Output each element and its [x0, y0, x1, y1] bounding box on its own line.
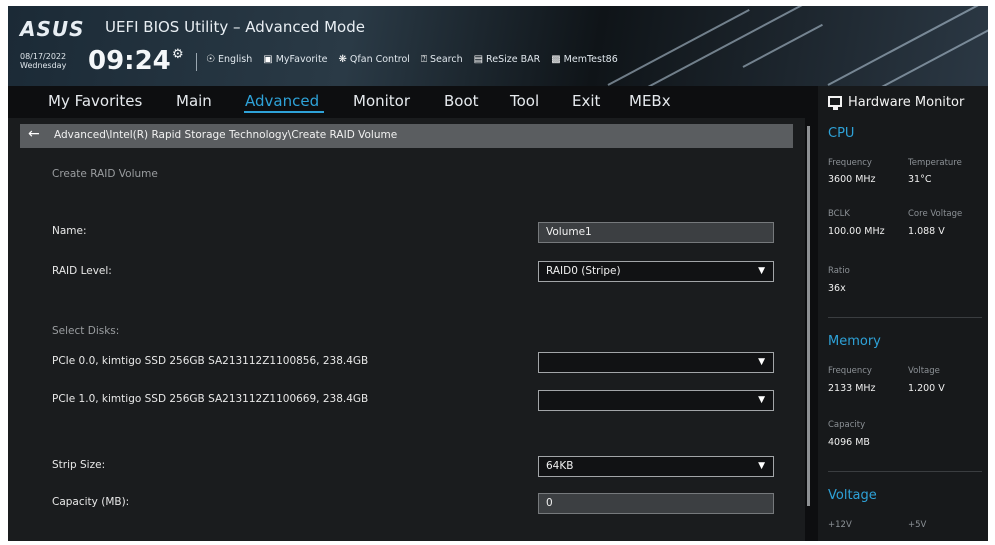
bclk-label: BCLK: [828, 209, 850, 219]
capacity-label: Capacity (MB):: [52, 496, 130, 508]
select-disks-label: Select Disks:: [52, 325, 120, 337]
raid-level-select[interactable]: RAID0 (Stripe) ▼: [538, 261, 774, 282]
raid-level-label: RAID Level:: [52, 265, 112, 277]
tab-boot[interactable]: Boot: [444, 92, 479, 110]
active-tab-underline: [244, 111, 324, 113]
gear-icon[interactable]: ⚙: [172, 47, 184, 62]
tab-exit[interactable]: Exit: [572, 92, 600, 110]
memory-heading: Memory: [828, 334, 881, 349]
favorite-icon: ▣: [263, 54, 273, 65]
capacity-field: 0: [538, 493, 774, 514]
cpu-frequency-value: 3600 MHz: [828, 174, 876, 185]
language-label: English: [217, 54, 253, 65]
memory-voltage-value: 1.200 V: [908, 383, 945, 394]
cpu-heading: CPU: [828, 126, 855, 141]
memtest-label: MemTest86: [563, 54, 618, 65]
ratio-label: Ratio: [828, 266, 850, 276]
cpu-temperature-value: 31°C: [908, 174, 932, 185]
memtest-icon: ▩: [551, 54, 561, 65]
resize-bar-label: ReSize BAR: [486, 54, 541, 65]
cpu-frequency-label: Frequency: [828, 158, 872, 168]
strip-size-value: 64KB: [546, 460, 574, 472]
memory-voltage-label: Voltage: [908, 366, 940, 376]
chevron-down-icon: ▼: [758, 266, 765, 276]
v12-label: +12V: [828, 520, 852, 530]
tab-mebx[interactable]: MEBx: [629, 92, 671, 110]
disk2-select[interactable]: ▼: [538, 390, 774, 411]
section-title: Create RAID Volume: [52, 168, 158, 180]
tab-tool[interactable]: Tool: [510, 92, 539, 110]
bios-screen: ASUS UEFI BIOS Utility – Advanced Mode 0…: [8, 6, 988, 541]
search-label: Search: [429, 54, 463, 65]
raid-level-value: RAID0 (Stripe): [546, 265, 621, 277]
scrollbar-thumb[interactable]: [807, 126, 810, 506]
tab-advanced[interactable]: Advanced: [245, 92, 319, 110]
chevron-down-icon: ▼: [758, 357, 765, 367]
tab-monitor[interactable]: Monitor: [353, 92, 410, 110]
memory-frequency-value: 2133 MHz: [828, 383, 876, 394]
decor-streak: [877, 22, 988, 86]
disk1-label: PCIe 0.0, kimtigo SSD 256GB SA213112Z110…: [52, 355, 369, 367]
main-tabs: My Favorites Main Advanced Monitor Boot …: [8, 86, 818, 118]
monitor-icon: [828, 96, 842, 110]
hardware-monitor-panel: Hardware Monitor CPU Frequency Temperatu…: [818, 86, 988, 541]
app-title: UEFI BIOS Utility – Advanced Mode: [105, 18, 365, 36]
hardware-monitor-title: Hardware Monitor: [848, 95, 965, 110]
date-block: 08/17/2022 Wednesday: [20, 52, 66, 70]
memory-frequency-label: Frequency: [828, 366, 872, 376]
disk2-label: PCIe 1.0, kimtigo SSD 256GB SA213112Z110…: [52, 393, 369, 405]
voltage-heading: Voltage: [828, 488, 877, 503]
qfan-label: Qfan Control: [349, 54, 410, 65]
header-separator: [196, 53, 197, 71]
back-arrow-icon[interactable]: ←: [28, 126, 40, 142]
date: 08/17/2022: [20, 52, 67, 61]
toolbar: ☉ English ▣ MyFavorite ❋ Qfan Control ⍰ …: [206, 54, 618, 65]
bclk-value: 100.00 MHz: [828, 226, 885, 237]
fan-icon: ❋: [338, 54, 347, 65]
resize-bar-button[interactable]: ▤ ReSize BAR: [474, 54, 541, 65]
core-voltage-value: 1.088 V: [908, 226, 945, 237]
tab-my-favorites[interactable]: My Favorites: [48, 92, 142, 110]
strip-size-select[interactable]: 64KB ▼: [538, 456, 774, 477]
tab-main[interactable]: Main: [176, 92, 212, 110]
core-voltage-label: Core Voltage: [908, 209, 963, 219]
memory-capacity-value: 4096 MB: [828, 437, 870, 448]
asus-logo: ASUS: [20, 17, 85, 41]
resize-bar-icon: ▤: [473, 54, 484, 65]
search-icon: ⍰: [420, 54, 427, 65]
disk1-select[interactable]: ▼: [538, 352, 774, 373]
myfavorite-button[interactable]: ▣ MyFavorite: [263, 54, 327, 65]
weekday: Wednesday: [20, 61, 67, 70]
breadcrumb-bar: ← Advanced\Intel(R) Rapid Storage Techno…: [20, 124, 793, 148]
breadcrumb: Advanced\Intel(R) Rapid Storage Technolo…: [54, 129, 398, 141]
memory-capacity-label: Capacity: [828, 420, 866, 430]
v5-label: +5V: [908, 520, 927, 530]
clock[interactable]: 09:24: [88, 46, 171, 76]
main-panel: ← Advanced\Intel(R) Rapid Storage Techno…: [8, 118, 805, 541]
scrollbar[interactable]: [805, 118, 813, 508]
language-button[interactable]: ☉ English: [206, 54, 252, 65]
chevron-down-icon: ▼: [758, 395, 765, 405]
hw-divider: [828, 471, 982, 472]
memtest-button[interactable]: ▩ MemTest86: [551, 54, 618, 65]
strip-size-label: Strip Size:: [52, 459, 106, 471]
name-input[interactable]: Volume1: [538, 222, 774, 243]
header-bar: ASUS UEFI BIOS Utility – Advanced Mode 0…: [8, 6, 988, 86]
search-button[interactable]: ⍰ Search: [421, 54, 463, 65]
name-label: Name:: [52, 225, 87, 237]
chevron-down-icon: ▼: [758, 461, 765, 471]
decor-streak: [607, 9, 750, 86]
cpu-temperature-label: Temperature: [908, 158, 962, 168]
qfan-control-button[interactable]: ❋ Qfan Control: [339, 54, 410, 65]
myfavorite-label: MyFavorite: [275, 54, 328, 65]
hw-divider: [828, 317, 982, 318]
globe-icon: ☉: [206, 54, 215, 65]
ratio-value: 36x: [828, 283, 846, 294]
